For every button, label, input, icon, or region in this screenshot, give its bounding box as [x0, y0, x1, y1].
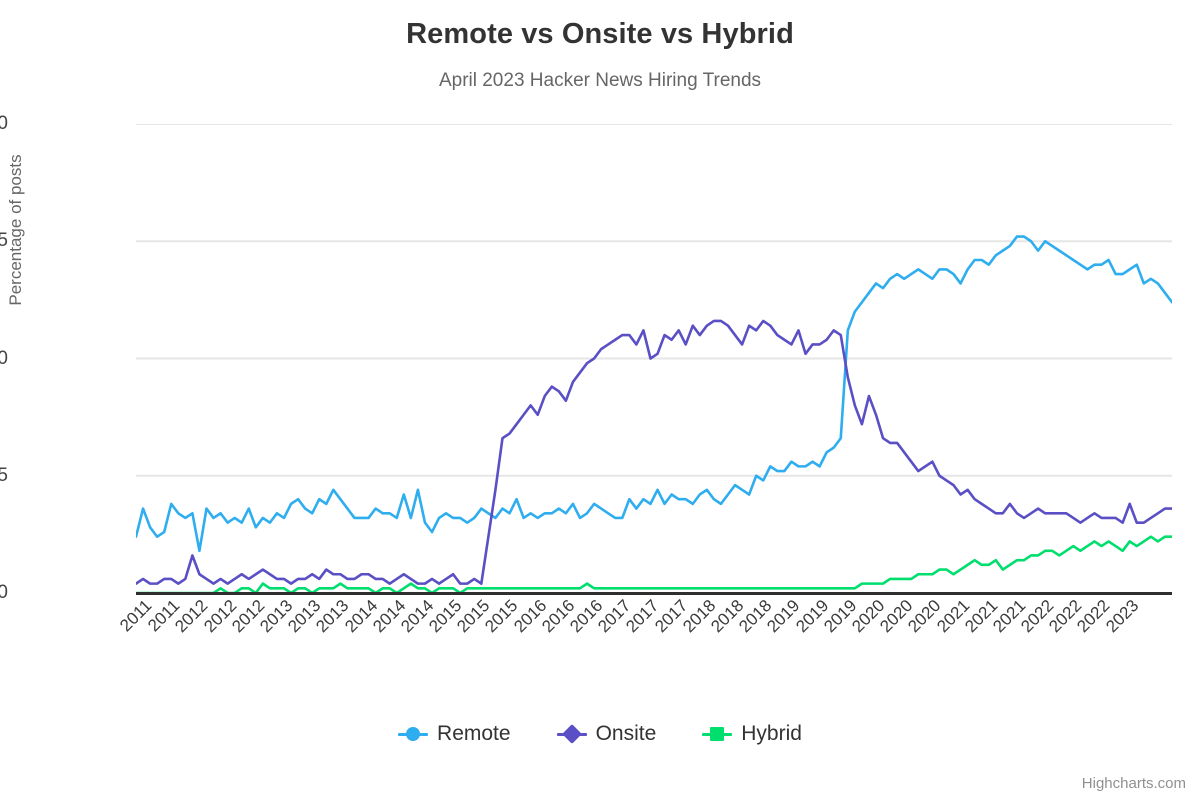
legend-label: Remote — [437, 722, 511, 745]
chart-legend: Remote Onsite Hybrid — [0, 722, 1200, 746]
chart-subtitle: April 2023 Hacker News Hiring Trends — [438, 70, 762, 91]
y-axis-tick-0: 0 — [0, 582, 8, 603]
x-axis-tick-labels: 2011 2011 2012 2012 2012 2013 2013 2013 2014 2014… — [116, 596, 1172, 676]
y-axis-tick-50: 50 — [0, 347, 8, 369]
legend-label: Hybrid — [741, 722, 802, 745]
y-axis-tick-75: 75 — [0, 230, 8, 252]
plot-area — [136, 124, 1172, 593]
highcharts-credit[interactable]: Highcharts.com — [1082, 775, 1186, 792]
legend-marker — [710, 727, 725, 741]
series-line-remote[interactable] — [136, 235, 1172, 553]
y-axis-tick-100: 100 — [0, 113, 8, 134]
legend-item-remote[interactable]: Remote — [398, 722, 511, 746]
x-axis-line — [136, 592, 1172, 595]
diamond-icon — [556, 724, 587, 744]
chart-title: Remote vs Onsite vs Hybrid — [406, 18, 794, 50]
legend-item-hybrid[interactable]: Hybrid — [702, 722, 802, 746]
legend-item-onsite[interactable]: Onsite — [556, 722, 657, 746]
y-axis-title: Percentage of posts — [6, 154, 25, 306]
series-plot — [136, 124, 1172, 593]
legend-label: Onsite — [595, 722, 657, 745]
chart-container: Remote vs Onsite vs Hybrid April 2023 Ha… — [0, 0, 1200, 800]
legend-marker — [561, 724, 582, 744]
square-icon — [702, 726, 733, 742]
series-line-onsite[interactable] — [136, 319, 1172, 585]
y-axis-tick-25: 25 — [0, 464, 8, 486]
legend-marker — [406, 727, 421, 741]
circle-icon — [398, 726, 429, 742]
